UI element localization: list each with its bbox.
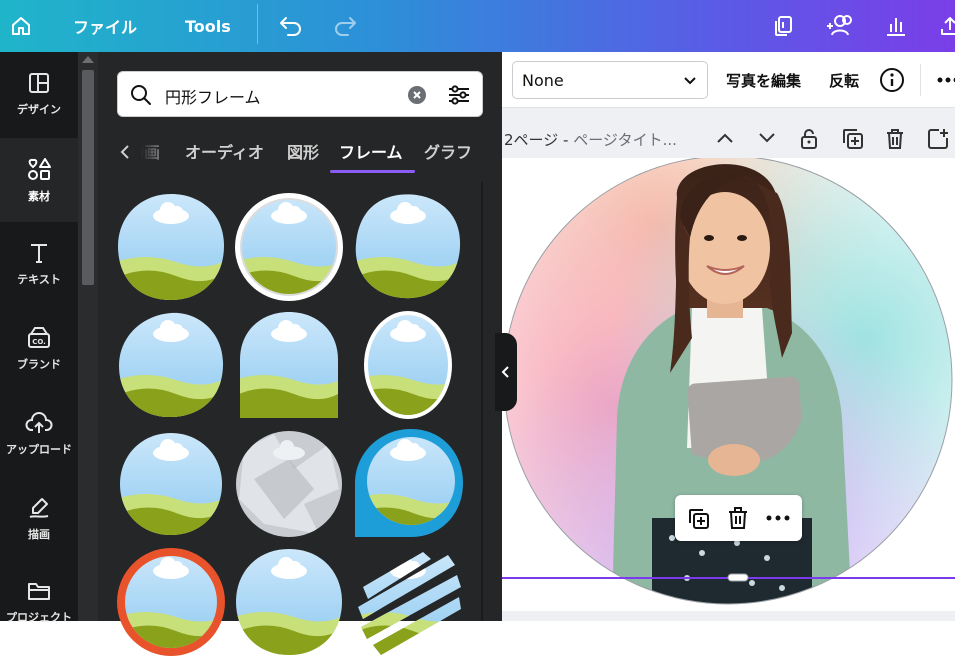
rail-item-upload[interactable]: アップロード [0, 392, 78, 476]
delete-page-icon[interactable] [885, 128, 905, 150]
redo-button[interactable] [332, 0, 358, 52]
filter-sliders-icon[interactable] [447, 83, 471, 107]
tab-shapes[interactable]: 図形 [287, 139, 319, 163]
toolbar-separator [920, 64, 921, 96]
elements-panel: 円形フレーム 動画 オーディオ 図形 フレーム グラフ [78, 52, 502, 621]
tools-menu-button[interactable]: Tools [185, 0, 231, 52]
clear-search-icon[interactable] [408, 86, 426, 104]
share-people-button[interactable] [825, 0, 855, 52]
panel-divider [481, 182, 483, 621]
rail-item-label: アップロード [6, 441, 72, 457]
active-tab-indicator [330, 170, 415, 173]
rail-item-elements[interactable]: 素材 [0, 138, 78, 222]
upload-cloud-icon [25, 411, 53, 435]
rail-item-label: デザイン [17, 101, 61, 117]
duplicate-page-icon[interactable] [842, 128, 864, 150]
edit-photo-button[interactable]: 写真を編集 [726, 70, 801, 91]
collapse-panel-button[interactable] [495, 333, 517, 411]
search-icon [130, 84, 152, 106]
top-menu-bar: ファイル Tools [0, 0, 955, 52]
bar-chart-icon [884, 14, 908, 38]
context-toolbar: None 写真を編集 反転 [502, 52, 955, 108]
add-page-icon[interactable] [927, 128, 949, 150]
text-icon [27, 241, 51, 265]
file-menu-button[interactable]: ファイル [73, 0, 137, 52]
frame-blob[interactable] [353, 192, 463, 302]
more-options-icon[interactable] [937, 77, 955, 83]
chevron-up-icon[interactable] [716, 132, 734, 144]
tab-audio[interactable]: オーディオ [185, 139, 264, 163]
design-page[interactable] [502, 158, 955, 611]
circle-frame-photo[interactable] [502, 158, 955, 611]
page-number: 2ページ - [504, 131, 573, 149]
tab-frames[interactable]: フレーム [339, 139, 403, 163]
rail-item-label: プロジェクト [6, 609, 72, 625]
tabs-scroll-left-icon[interactable] [120, 145, 130, 159]
frame-circle-wavy[interactable] [116, 310, 226, 420]
frame-oval-white-border[interactable] [353, 310, 463, 420]
copy-design-icon [772, 14, 796, 38]
layout-icon [27, 71, 51, 95]
rail-item-label: 描画 [28, 526, 50, 542]
resize-handle[interactable] [728, 574, 748, 581]
draw-icon [27, 496, 51, 520]
flip-button[interactable]: 反転 [829, 70, 859, 91]
frame-circle-soft[interactable] [116, 429, 226, 539]
category-tabs: 動画 オーディオ 図形 フレーム グラフ [116, 137, 486, 175]
upload-icon [938, 14, 955, 38]
undo-icon [278, 15, 304, 37]
rail-item-label: 素材 [28, 188, 50, 204]
search-input[interactable]: 円形フレーム [165, 84, 261, 108]
page-title-label[interactable]: 2ページ - ページタイト... [504, 129, 677, 150]
scroll-thumb[interactable] [82, 70, 94, 285]
folder-icon [26, 579, 52, 603]
frame-circle-orange-border[interactable] [116, 547, 226, 657]
rail-item-projects[interactable]: プロジェクト [0, 560, 78, 644]
rail-item-design[interactable]: デザイン [0, 52, 78, 136]
lock-icon[interactable] [800, 128, 818, 150]
frame-circle-plastic[interactable] [234, 429, 344, 539]
tab-graphs[interactable]: グラフ [424, 139, 472, 163]
frame-arch[interactable] [234, 310, 344, 420]
page-title-placeholder: ページタイト... [573, 131, 677, 149]
home-button[interactable] [9, 0, 33, 52]
undo-button[interactable] [278, 0, 304, 52]
frame-brush-strokes[interactable] [353, 547, 463, 657]
upload-share-button[interactable] [938, 0, 955, 52]
chevron-down-icon[interactable] [758, 132, 776, 144]
side-navigation: デザイン 素材 テキスト CO. ブランド アップロード [0, 52, 78, 621]
rail-item-label: ブランド [17, 356, 61, 372]
chevron-down-icon [683, 76, 697, 86]
frame-speech-bubble-blue[interactable] [353, 429, 463, 539]
panel-scrollbar[interactable] [78, 52, 98, 621]
element-quick-toolbar [675, 495, 802, 541]
frame-circle-plain[interactable] [234, 547, 344, 657]
more-options-icon[interactable] [766, 515, 790, 521]
font-select-dropdown[interactable]: None [512, 61, 708, 99]
search-box[interactable]: 円形フレーム [117, 71, 483, 117]
duplicate-element-icon[interactable] [687, 507, 711, 531]
rail-item-text[interactable]: テキスト [0, 222, 78, 306]
toolbar-divider [257, 4, 258, 44]
scroll-up-arrow-icon[interactable] [82, 56, 94, 63]
frame-circle-white-border[interactable] [234, 192, 344, 302]
brand-icon: CO. [26, 326, 52, 350]
elements-icon [26, 156, 52, 182]
rail-item-brand[interactable]: CO. ブランド [0, 307, 78, 391]
rail-item-draw[interactable]: 描画 [0, 477, 78, 561]
copy-design-button[interactable] [772, 0, 796, 52]
delete-element-icon[interactable] [727, 506, 749, 530]
redo-icon [332, 15, 358, 37]
font-select-value: None [522, 71, 564, 90]
add-people-icon [825, 14, 855, 38]
chevron-left-icon [501, 366, 511, 378]
home-icon [9, 14, 33, 38]
frame-circle-rough[interactable] [116, 192, 226, 302]
page-header: 2ページ - ページタイト... [502, 124, 955, 156]
info-icon[interactable] [879, 67, 905, 93]
brand-badge-text: CO. [32, 338, 46, 346]
insights-button[interactable] [884, 0, 908, 52]
rail-item-label: テキスト [17, 271, 61, 287]
